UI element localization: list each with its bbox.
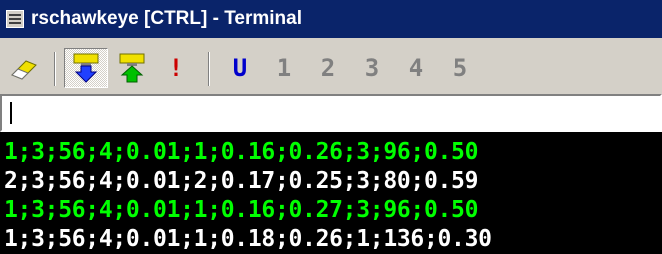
terminal-output[interactable]: 1;3;56;4;0.01;1;0.16;0.26;3;96;0.50 2;3;… xyxy=(0,132,662,254)
user-button[interactable]: U xyxy=(218,48,262,88)
command-input[interactable] xyxy=(0,94,662,132)
macro-button-4[interactable]: 4 xyxy=(394,48,438,88)
terminal-line: 1;3;56;4;0.01;1;0.16;0.27;3;96;0.50 xyxy=(4,197,479,223)
macro-label-2: 2 xyxy=(320,54,336,82)
eraser-icon xyxy=(11,60,37,80)
break-button[interactable]: ! xyxy=(154,48,198,88)
toolbar-separator xyxy=(54,52,56,86)
up-arrow-upload-icon xyxy=(119,53,145,83)
user-label: U xyxy=(232,54,248,82)
window-title: rschawkeye [CTRL] - Terminal xyxy=(31,8,303,29)
macro-button-2[interactable]: 2 xyxy=(306,48,350,88)
title-bar[interactable]: rschawkeye [CTRL] - Terminal xyxy=(0,0,662,38)
terminal-line: 2;3;56;4;0.01;2;0.17;0.25;3;80;0.59 xyxy=(4,168,479,194)
macro-button-5[interactable]: 5 xyxy=(438,48,482,88)
macro-label-1: 1 xyxy=(276,54,292,82)
down-arrow-download-icon xyxy=(73,53,99,83)
clear-button[interactable] xyxy=(2,48,46,88)
macro-button-1[interactable]: 1 xyxy=(262,48,306,88)
break-label: ! xyxy=(168,54,184,82)
terminal-line: 1;3;56;4;0.01;1;0.16;0.26;3;96;0.50 xyxy=(4,139,479,165)
macro-label-5: 5 xyxy=(452,54,468,82)
toolbar-separator xyxy=(208,52,210,86)
text-caret xyxy=(10,102,12,124)
terminal-window-icon[interactable] xyxy=(6,10,24,28)
toolbar: ! U 1 2 3 4 5 xyxy=(0,38,662,94)
receive-button[interactable] xyxy=(64,48,108,88)
terminal-line: 1;3;56;4;0.01;1;0.18;0.26;1;136;0.30 xyxy=(4,226,492,252)
macro-button-3[interactable]: 3 xyxy=(350,48,394,88)
send-button[interactable] xyxy=(110,48,154,88)
macro-label-3: 3 xyxy=(364,54,380,82)
macro-label-4: 4 xyxy=(408,54,424,82)
